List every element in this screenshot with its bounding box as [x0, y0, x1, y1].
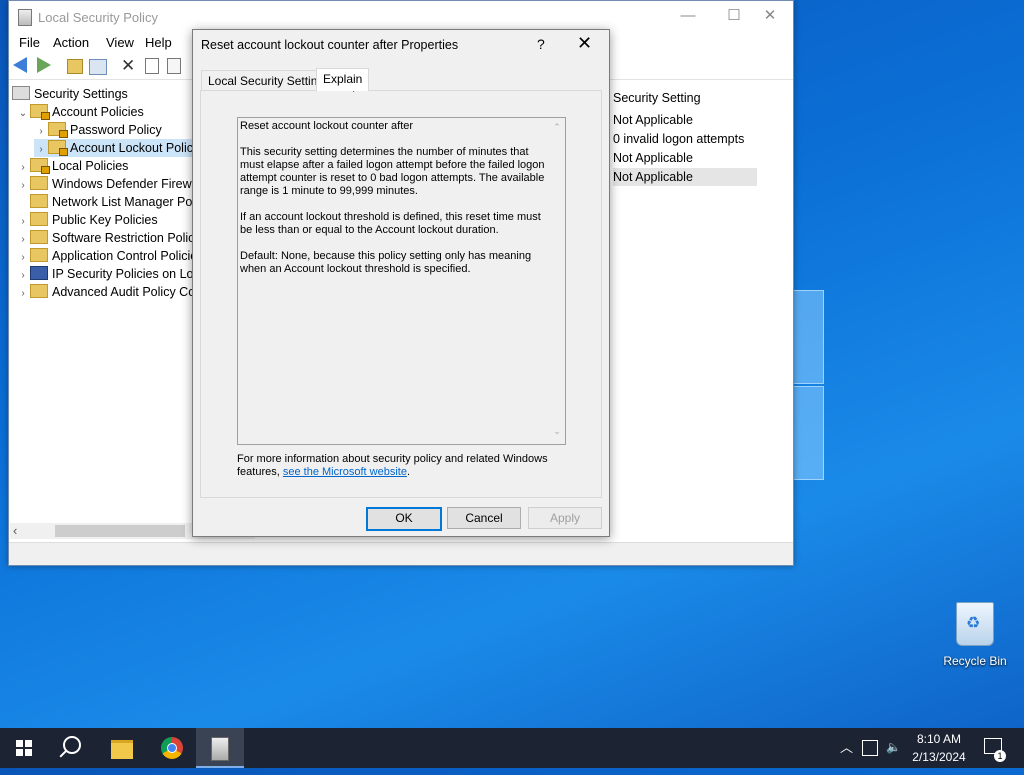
tree-item-software-restriction[interactable]: › Software Restriction Policie: [16, 229, 204, 247]
clock[interactable]: 8:10 AM 2/13/2024: [900, 730, 978, 766]
notification-badge: 1: [994, 750, 1006, 762]
clock-date: 2/13/2024: [912, 750, 966, 764]
recycle-bin-icon: [956, 602, 994, 646]
chevron-right-icon[interactable]: ›: [16, 285, 30, 301]
apply-button[interactable]: Apply: [528, 507, 602, 529]
chrome-icon: [161, 737, 183, 759]
recycle-bin[interactable]: Recycle Bin: [942, 602, 1008, 668]
tree-item-advanced-audit[interactable]: › Advanced Audit Policy Co: [16, 283, 195, 301]
tree-item-windows-defender-firewall[interactable]: › Windows Defender Firewal: [16, 175, 201, 193]
window-title: Local Security Policy: [38, 10, 158, 25]
folder-icon: [111, 740, 133, 759]
chevron-right-icon[interactable]: ›: [34, 123, 48, 139]
explain-tab-panel: Reset account lockout counter after This…: [200, 90, 602, 498]
chevron-down-icon[interactable]: ⌄: [16, 105, 30, 121]
search-button[interactable]: [48, 728, 96, 768]
taskbar: ︿ 🔈 8:10 AM 2/13/2024 1: [0, 728, 1024, 768]
explain-paragraph: Default: None, because this policy setti…: [240, 250, 532, 275]
chevron-right-icon[interactable]: ›: [16, 213, 30, 229]
menu-view[interactable]: View: [106, 35, 134, 50]
menu-action[interactable]: Action: [53, 35, 89, 50]
chevron-right-icon[interactable]: ›: [16, 159, 30, 175]
list-item[interactable]: Not Applicable: [613, 149, 757, 167]
show-hidden-icons-button[interactable]: ︿: [840, 728, 853, 768]
chevron-right-icon[interactable]: ›: [16, 267, 30, 283]
start-button[interactable]: [0, 728, 48, 768]
more-info-text: For more information about security poli…: [237, 453, 548, 478]
scroll-thumb[interactable]: [55, 525, 185, 537]
tab-local-security-setting[interactable]: Local Security Setting: [201, 70, 332, 91]
tree-item-public-key-policies[interactable]: › Public Key Policies: [16, 211, 158, 229]
secpol-icon: [211, 737, 229, 761]
forward-icon[interactable]: [37, 57, 55, 74]
explain-paragraph: If an account lockout threshold is defin…: [240, 211, 541, 236]
export-list-icon[interactable]: [167, 58, 181, 74]
tree-item-application-control[interactable]: › Application Control Policie: [16, 247, 197, 265]
volume-muted-icon[interactable]: 🔈: [886, 740, 901, 754]
details-pane: Security Setting Not Applicable 0 invali…: [609, 83, 793, 539]
scroll-left-icon[interactable]: ‹: [13, 523, 17, 538]
tree-item-ip-security[interactable]: › IP Security Policies on Loca: [16, 265, 207, 283]
delete-icon[interactable]: ✕: [121, 57, 139, 74]
scroll-up-icon[interactable]: ⌃: [552, 122, 562, 132]
explain-paragraph: This security setting determines the num…: [240, 146, 545, 197]
explain-text-box[interactable]: Reset account lockout counter after This…: [237, 117, 566, 445]
menu-file[interactable]: File: [19, 35, 40, 50]
back-icon[interactable]: [13, 57, 31, 74]
close-button[interactable]: ✕: [747, 1, 793, 31]
cancel-button[interactable]: Cancel: [447, 507, 521, 529]
minimize-button[interactable]: —: [665, 1, 711, 31]
chevron-right-icon[interactable]: ›: [16, 177, 30, 193]
list-item[interactable]: 0 invalid logon attempts: [613, 130, 757, 148]
column-header-security-setting[interactable]: Security Setting: [613, 91, 701, 105]
microsoft-website-link[interactable]: see the Microsoft website: [283, 466, 407, 478]
up-folder-icon[interactable]: [67, 59, 83, 74]
list-item[interactable]: Not Applicable: [613, 111, 757, 129]
search-icon: [63, 736, 81, 754]
properties-dialog: Reset account lockout counter after Prop…: [192, 29, 610, 537]
chevron-right-icon[interactable]: ›: [16, 231, 30, 247]
tree-item-account-policies[interactable]: ⌄ Account Policies: [16, 103, 144, 121]
dialog-close-button[interactable]: ✕: [577, 33, 592, 54]
chevron-right-icon[interactable]: ›: [34, 141, 48, 157]
network-icon[interactable]: [862, 740, 878, 756]
properties-icon[interactable]: [145, 58, 159, 74]
secpol-app-icon: [18, 9, 32, 26]
explain-vertical-scrollbar[interactable]: ⌃ ⌄: [549, 118, 565, 444]
list-item[interactable]: Not Applicable: [613, 168, 757, 186]
tree-item-local-policies[interactable]: › Local Policies: [16, 157, 128, 175]
local-security-policy-taskbar-button[interactable]: [196, 728, 244, 768]
explain-heading: Reset account lockout counter after: [240, 120, 414, 132]
chrome-button[interactable]: [148, 728, 196, 768]
file-explorer-button[interactable]: [98, 728, 146, 768]
windows-start-icon: [16, 740, 32, 756]
show-hide-tree-icon[interactable]: [89, 59, 107, 75]
tree-item-password-policy[interactable]: › Password Policy: [34, 121, 162, 139]
tab-explain[interactable]: Explain: [316, 68, 370, 91]
clock-time: 8:10 AM: [916, 732, 962, 746]
chevron-right-icon[interactable]: ›: [16, 249, 30, 265]
help-button[interactable]: ?: [537, 36, 545, 52]
menu-help[interactable]: Help: [145, 35, 172, 50]
recycle-bin-label: Recycle Bin: [943, 654, 1007, 668]
dialog-title: Reset account lockout counter after Prop…: [201, 38, 459, 52]
tree-item-security-settings[interactable]: Security Settings: [12, 85, 128, 103]
scroll-down-icon[interactable]: ⌄: [552, 426, 562, 436]
ok-button[interactable]: OK: [366, 507, 442, 531]
tree-item-network-list-manager[interactable]: Network List Manager Poli: [16, 193, 198, 211]
status-bar: [9, 542, 793, 565]
